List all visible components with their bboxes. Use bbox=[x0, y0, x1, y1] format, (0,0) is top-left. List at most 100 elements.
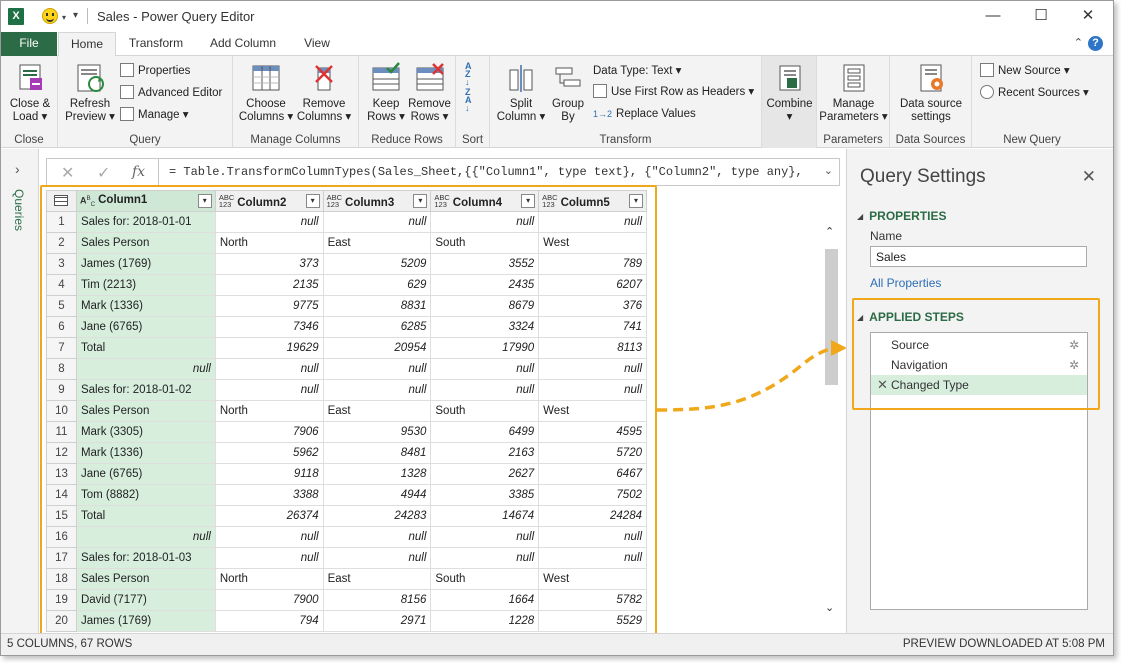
column-header-column2[interactable]: ABC 123 Column2 ▾ bbox=[214, 190, 324, 212]
expand-queries-icon[interactable]: › bbox=[15, 161, 20, 177]
help-icon[interactable]: ? bbox=[1088, 36, 1103, 51]
minimize-button[interactable]: — bbox=[970, 4, 1016, 28]
table-cell[interactable]: 17990 bbox=[430, 337, 540, 359]
table-cell[interactable]: null bbox=[538, 211, 647, 233]
column-header-column4[interactable]: ABC 123 Column4 ▾ bbox=[430, 190, 540, 212]
table-cell[interactable]: North bbox=[214, 232, 324, 254]
recent-sources-button[interactable]: Recent Sources ▾ bbox=[980, 84, 1089, 102]
table-cell[interactable]: West bbox=[538, 568, 647, 590]
remove-columns-button[interactable]: Remove Columns ▾ bbox=[295, 62, 353, 124]
table-cell[interactable]: 629 bbox=[322, 274, 432, 296]
row-number[interactable]: 15 bbox=[46, 505, 77, 527]
table-cell[interactable]: 5720 bbox=[538, 442, 647, 464]
any-type-icon[interactable]: ABC 123 bbox=[542, 193, 557, 208]
table-cell[interactable]: Sales for: 2018-01-01 bbox=[75, 211, 216, 233]
table-cell[interactable]: 7346 bbox=[214, 316, 324, 338]
table-cell[interactable]: Mark (3305) bbox=[75, 421, 216, 443]
row-number[interactable]: 18 bbox=[46, 568, 77, 590]
table-cell[interactable]: 26374 bbox=[214, 505, 324, 527]
table-cell[interactable]: null bbox=[322, 526, 432, 548]
table-cell[interactable]: null bbox=[430, 379, 540, 401]
table-cell[interactable]: 1664 bbox=[430, 589, 540, 611]
table-cell[interactable]: 2435 bbox=[430, 274, 540, 296]
row-number[interactable]: 20 bbox=[46, 610, 77, 632]
choose-columns-button[interactable]: Choose Columns ▾ bbox=[237, 62, 295, 124]
cancel-formula-icon[interactable]: ✕ bbox=[61, 163, 74, 183]
query-name-input[interactable]: Sales bbox=[870, 246, 1087, 267]
replace-values-button[interactable]: 1→2 Replace Values bbox=[593, 105, 696, 123]
filter-dropdown-icon[interactable]: ▾ bbox=[521, 194, 536, 208]
table-cell[interactable]: Sales Person bbox=[75, 400, 216, 422]
table-cell[interactable]: 9118 bbox=[214, 463, 324, 485]
table-cell[interactable]: David (7177) bbox=[75, 589, 216, 611]
table-cell[interactable]: North bbox=[214, 400, 324, 422]
row-number[interactable]: 8 bbox=[46, 358, 77, 380]
table-cell[interactable]: 8831 bbox=[322, 295, 432, 317]
row-number[interactable]: 1 bbox=[46, 211, 77, 233]
table-cell[interactable]: 5209 bbox=[322, 253, 432, 275]
quick-access-customize-icon[interactable]: ▾ bbox=[73, 10, 78, 21]
collapse-triangle-icon[interactable]: ◢ bbox=[857, 212, 863, 221]
column-header-column5[interactable]: ABC 123 Column5 ▾ bbox=[538, 190, 647, 212]
table-cell[interactable]: Jane (6765) bbox=[75, 463, 216, 485]
split-column-button[interactable]: Split Column ▾ bbox=[496, 62, 546, 124]
table-cell[interactable]: Total bbox=[75, 337, 216, 359]
keep-rows-button[interactable]: Keep Rows ▾ bbox=[365, 62, 407, 124]
table-cell[interactable]: 3552 bbox=[430, 253, 540, 275]
table-cell[interactable]: South bbox=[430, 232, 540, 254]
table-cell[interactable]: null bbox=[75, 526, 216, 548]
table-cell[interactable]: East bbox=[322, 232, 432, 254]
table-cell[interactable]: West bbox=[538, 232, 647, 254]
tab-add-column[interactable]: Add Column bbox=[197, 32, 289, 56]
table-menu-button[interactable] bbox=[46, 190, 77, 212]
row-number[interactable]: 10 bbox=[46, 400, 77, 422]
smiley-feedback-icon[interactable] bbox=[42, 8, 58, 24]
table-cell[interactable]: East bbox=[322, 400, 432, 422]
properties-section-header[interactable]: ◢ PROPERTIES bbox=[857, 209, 947, 223]
table-cell[interactable]: null bbox=[214, 379, 324, 401]
expand-formula-icon[interactable]: ⌄ bbox=[824, 164, 833, 177]
table-cell[interactable]: Mark (1336) bbox=[75, 295, 216, 317]
row-number[interactable]: 12 bbox=[46, 442, 77, 464]
remove-rows-button[interactable]: Remove Rows ▾ bbox=[407, 62, 452, 124]
row-number[interactable]: 13 bbox=[46, 463, 77, 485]
table-cell[interactable]: Total bbox=[75, 505, 216, 527]
close-window-button[interactable]: ✕ bbox=[1065, 4, 1111, 28]
table-cell[interactable]: null bbox=[322, 211, 432, 233]
table-cell[interactable]: 8679 bbox=[430, 295, 540, 317]
manage-button[interactable]: Manage ▾ bbox=[120, 106, 189, 124]
row-number[interactable]: 3 bbox=[46, 253, 77, 275]
table-cell[interactable]: 7906 bbox=[214, 421, 324, 443]
any-type-icon[interactable]: ABC 123 bbox=[434, 193, 449, 208]
formula-input[interactable]: = Table.TransformColumnTypes(Sales_Sheet… bbox=[169, 165, 809, 179]
data-source-settings-button[interactable]: Data source settings bbox=[894, 62, 968, 124]
refresh-preview-button[interactable]: Refresh Preview ▾ bbox=[65, 62, 115, 124]
table-cell[interactable]: 2135 bbox=[214, 274, 324, 296]
table-cell[interactable]: 19629 bbox=[214, 337, 324, 359]
table-cell[interactable]: North bbox=[214, 568, 324, 590]
commit-formula-icon[interactable]: ✓ bbox=[97, 163, 110, 183]
table-cell[interactable]: 1228 bbox=[430, 610, 540, 632]
table-cell[interactable]: 2627 bbox=[430, 463, 540, 485]
maximize-button[interactable]: ☐ bbox=[1018, 4, 1064, 28]
queries-pane-collapsed[interactable]: › Queries bbox=[1, 149, 39, 633]
table-cell[interactable]: James (1769) bbox=[75, 610, 216, 632]
table-cell[interactable]: 8156 bbox=[322, 589, 432, 611]
tab-home[interactable]: Home bbox=[58, 32, 116, 57]
text-type-icon[interactable]: ABC bbox=[80, 195, 95, 208]
table-cell[interactable]: Sales for: 2018-01-02 bbox=[75, 379, 216, 401]
table-cell[interactable]: 3388 bbox=[214, 484, 324, 506]
table-cell[interactable]: 3324 bbox=[430, 316, 540, 338]
table-cell[interactable]: South bbox=[430, 568, 540, 590]
table-cell[interactable]: Sales Person bbox=[75, 232, 216, 254]
tab-file[interactable]: File bbox=[1, 32, 57, 56]
table-cell[interactable]: null bbox=[430, 211, 540, 233]
table-cell[interactable]: 6499 bbox=[430, 421, 540, 443]
table-cell[interactable]: 376 bbox=[538, 295, 647, 317]
table-cell[interactable]: 9530 bbox=[322, 421, 432, 443]
advanced-editor-button[interactable]: Advanced Editor bbox=[120, 84, 222, 102]
table-cell[interactable]: 2971 bbox=[322, 610, 432, 632]
close-query-settings-icon[interactable]: ✕ bbox=[1082, 167, 1096, 187]
sort-ascending-icon[interactable]: A Z ↓ bbox=[465, 62, 472, 87]
row-number[interactable]: 5 bbox=[46, 295, 77, 317]
